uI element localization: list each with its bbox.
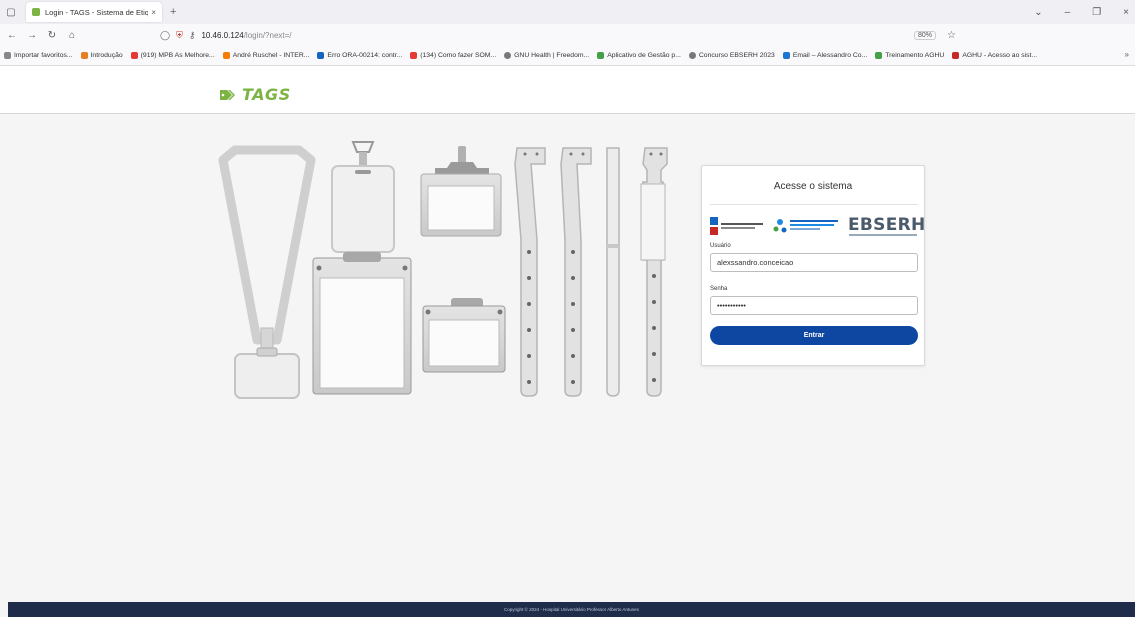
ebserh-logo-text: EBSERH [848, 215, 926, 235]
login-title: Acesse o sistema [773, 181, 853, 192]
password-label: Senha [710, 286, 728, 292]
browser-nav-bar: ← → ↻ ⌂ ◯ ⛨ ⚷ 10.46.0.124 /login/?next=/… [0, 24, 1135, 64]
window-controls: ⌄ – ❐ × [1034, 0, 1129, 24]
bookmark-favicon-icon [875, 52, 883, 59]
bookmark-favicon-icon [952, 52, 960, 59]
bookmark-item[interactable]: AGHU - Acesso ao sist... [952, 52, 1037, 59]
wristband-2-icon [560, 147, 592, 397]
youtube-icon [410, 52, 418, 59]
page-footer: Copyright © 2024 - Hospital Universitári… [8, 602, 1135, 617]
bookmark-item[interactable]: (919) MPB As Melhore... [130, 52, 215, 59]
bookmark-item[interactable]: Aplicativo de Gestão p... [597, 52, 681, 59]
badge-holder-large-icon [312, 252, 412, 395]
password-input[interactable] [710, 296, 918, 315]
bookmark-item[interactable]: Concurso EBSERH 2023 [688, 52, 775, 59]
bookmarks-overflow-icon[interactable]: » [1125, 50, 1129, 59]
bookmark-label: Introdução [90, 52, 123, 59]
bookmark-item[interactable]: Erro ORA-00214: contr... [317, 52, 402, 59]
back-icon[interactable]: ← [4, 30, 20, 41]
bookmark-label: Importar favoritos... [14, 52, 73, 59]
card-divider [710, 204, 918, 205]
lanyard-icon [218, 145, 316, 399]
bookmark-item[interactable]: Email – Alessandro Co... [782, 52, 868, 59]
bookmarks-bar: Importar favoritos... Introdução (919) M… [0, 46, 1135, 66]
hospital-logo-icon [773, 219, 838, 233]
globe-icon [688, 52, 696, 59]
bookmark-favicon-icon [80, 52, 88, 59]
bookmark-label: Treinamento AGHU [885, 52, 945, 59]
bookmark-item[interactable]: GNU Health | Freedom... [504, 52, 589, 59]
bookmark-label: (134) Como fazer SOM... [420, 52, 497, 59]
bookmark-item[interactable]: Treinamento AGHU [875, 52, 944, 59]
bookmark-item[interactable]: Introdução [80, 52, 123, 59]
outlook-icon [782, 52, 790, 59]
youtube-icon [130, 52, 138, 59]
bookmark-label: GNU Health | Freedom... [514, 52, 590, 59]
badge-holder-vertical-icon [331, 141, 395, 253]
restore-icon[interactable]: ❐ [1092, 7, 1101, 18]
bookmark-label: André Ruschel - INTER... [232, 52, 310, 59]
bookmark-item[interactable]: André Ruschel - INTER... [222, 52, 310, 59]
tab-title: Login - TAGS - Sistema de Etiqu [45, 7, 149, 17]
tab-close-icon[interactable]: × [151, 8, 156, 17]
window-close-icon[interactable]: × [1123, 7, 1129, 18]
wristband-1-icon [514, 147, 546, 397]
url-path: /login/?next=/ [243, 30, 292, 40]
browser-tab[interactable]: Login - TAGS - Sistema de Etiqu × [26, 2, 162, 22]
bookmark-favicon-icon [317, 52, 325, 59]
new-tab-button[interactable]: + [170, 6, 176, 18]
zoom-level[interactable]: 80% [913, 30, 936, 40]
badges-illustration [218, 141, 668, 399]
bookmark-favicon-icon [4, 52, 11, 59]
bookmark-label: Email – Alessandro Co... [792, 52, 868, 59]
app-header: TAGS [0, 66, 1135, 114]
tag-logo-icon [220, 89, 235, 100]
wristband-4-icon [640, 147, 668, 397]
forward-icon[interactable]: → [24, 30, 40, 41]
shield-icon[interactable]: ◯ [160, 30, 170, 41]
bookmark-label: Concurso EBSERH 2023 [698, 52, 775, 59]
tags-logo[interactable]: TAGS [219, 85, 291, 104]
username-label: Usuário [710, 243, 731, 249]
bookmark-star-icon[interactable]: ☆ [947, 30, 956, 41]
institution-logos: EBSERH [710, 214, 925, 238]
username-input[interactable] [710, 253, 918, 272]
address-bar[interactable]: ◯ ⛨ ⚷ 10.46.0.124 /login/?next=/ 80% ☆ [160, 26, 980, 44]
ebserh-underline [849, 234, 917, 236]
ufal-logo-icon [710, 217, 763, 235]
bookmark-label: (919) MPB As Melhore... [140, 52, 215, 59]
bookmark-label: Erro ORA-00214: contr... [327, 52, 403, 59]
bookmark-favicon-icon [597, 52, 605, 59]
login-button[interactable]: Entrar [710, 326, 918, 345]
page-content: TAGS Acesse o sistema EBSERH Usuário ale… [0, 66, 1135, 617]
url-host: 10.46.0.124 [201, 30, 244, 40]
browser-tab-bar: ▢ Login - TAGS - Sistema de Etiqu × + ⌄ … [0, 0, 1135, 24]
tab-favicon-icon [32, 8, 40, 16]
reload-icon[interactable]: ↻ [44, 30, 60, 41]
lock-icon[interactable]: ⛨ [176, 30, 183, 41]
bookmark-label: AGHU - Acesso ao sist... [962, 52, 1038, 59]
badge-holder-clip-icon [420, 146, 502, 237]
wristband-3-icon [606, 147, 620, 397]
key-icon[interactable]: ⚷ [189, 30, 196, 41]
copyright-text: Copyright © 2024 - Hospital Universitári… [504, 607, 639, 612]
bookmark-favicon-icon [222, 52, 230, 59]
tabs-dropdown-icon[interactable]: ⌄ [1034, 7, 1042, 18]
globe-icon [504, 52, 512, 59]
bookmark-item[interactable]: (134) Como fazer SOM... [410, 52, 496, 59]
minimize-icon[interactable]: – [1065, 7, 1071, 18]
badge-holder-horizontal-icon [422, 298, 506, 373]
bookmark-item[interactable]: Importar favoritos... [4, 52, 73, 59]
ebserh-logo: EBSERH [848, 215, 926, 235]
logo-text: TAGS [242, 85, 291, 104]
home-icon[interactable]: ⌂ [64, 30, 80, 41]
bookmark-label: Aplicativo de Gestão p... [607, 52, 681, 59]
login-card: Acesse o sistema EBSERH Usuário alexssan… [701, 165, 925, 366]
tab-list-icon[interactable]: ▢ [0, 0, 22, 24]
